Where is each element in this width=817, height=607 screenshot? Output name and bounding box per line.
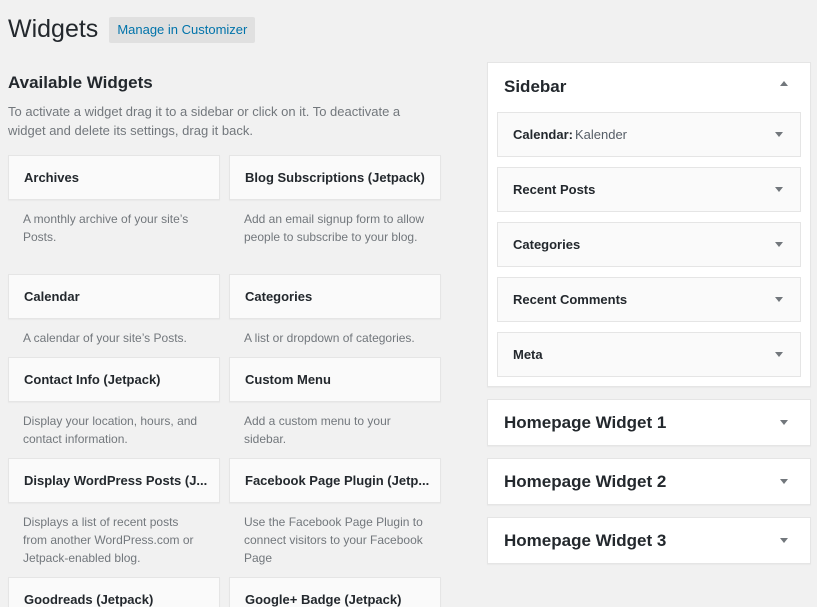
sidebar-area: Sidebar Calendar: Kalender Recent Posts … [487,62,811,387]
sidebar-widget-categories[interactable]: Categories [497,222,801,267]
sidebar-widget-list: Calendar: Kalender Recent Posts Categori… [488,110,810,386]
widget-google-plus-badge[interactable]: Google+ Badge (Jetpack) [229,577,441,607]
arrow-down-icon[interactable] [775,296,783,302]
widget-custom-menu[interactable]: Custom Menu Add a custom menu to your si… [229,357,441,458]
arrow-down-icon[interactable] [775,131,783,137]
widget-description: Add an email signup form to allow people… [244,212,425,244]
sidebar-widget-calendar[interactable]: Calendar: Kalender [497,112,801,157]
widget-title[interactable]: Contact Info (Jetpack) [8,357,220,402]
widget-title[interactable]: Custom Menu [229,357,441,402]
sidebar-widget-meta[interactable]: Meta [497,332,801,377]
widget-description: A calendar of your site’s Posts. [23,331,187,345]
page-header: Widgets Manage in Customizer [8,12,256,46]
sidebar-widget-title: Calendar: [513,127,573,142]
arrow-down-icon[interactable] [780,420,788,425]
page-title: Widgets [8,15,99,43]
widget-description: Display your location, hours, and contac… [23,414,198,446]
widget-facebook-page-plugin[interactable]: Facebook Page Plugin (Jetp... Use the Fa… [229,458,441,577]
widget-description: Displays a list of recent posts from ano… [23,515,194,565]
arrow-down-icon[interactable] [780,538,788,543]
available-widgets-description: To activate a widget drag it to a sideba… [8,104,401,138]
arrow-up-icon[interactable] [780,80,788,86]
widget-areas-panel: Sidebar Calendar: Kalender Recent Posts … [487,62,811,564]
available-widgets-title: Available Widgets [8,73,153,92]
widget-area-header[interactable]: Homepage Widget 2 [488,459,810,505]
sidebar-widget-recent-comments[interactable]: Recent Comments [497,277,801,322]
widget-archives[interactable]: Archives A monthly archive of your site’… [8,155,220,274]
arrow-down-icon[interactable] [775,351,783,357]
widget-area-title: Homepage Widget 1 [504,413,667,432]
widget-title[interactable]: Calendar [8,274,220,319]
sidebar-area-header[interactable]: Sidebar [488,63,810,110]
sidebar-widget-title: Recent Comments [513,292,628,307]
arrow-down-icon[interactable] [775,241,783,247]
widget-goodreads[interactable]: Goodreads (Jetpack) [8,577,220,607]
widget-title[interactable]: Facebook Page Plugin (Jetp... [229,458,441,503]
widget-categories[interactable]: Categories A list or dropdown of categor… [229,274,441,357]
widget-title[interactable]: Google+ Badge (Jetpack) [229,577,441,607]
sidebar-widget-recent-posts[interactable]: Recent Posts [497,167,801,212]
homepage-widget-2-area[interactable]: Homepage Widget 2 [487,458,811,505]
sidebar-area-title: Sidebar [504,76,567,96]
widget-area-header[interactable]: Homepage Widget 1 [488,400,810,446]
arrow-down-icon[interactable] [780,479,788,484]
widget-title[interactable]: Archives [8,155,220,200]
widget-description: Add a custom menu to your sidebar. [244,414,391,446]
widget-contact-info[interactable]: Contact Info (Jetpack) Display your loca… [8,357,220,458]
manage-in-customizer-button[interactable]: Manage in Customizer [109,17,256,43]
widget-area-title: Homepage Widget 2 [504,472,667,491]
widget-blog-subscriptions[interactable]: Blog Subscriptions (Jetpack) Add an emai… [229,155,441,274]
widget-area-header[interactable]: Homepage Widget 3 [488,518,810,564]
widget-title[interactable]: Blog Subscriptions (Jetpack) [229,155,441,200]
sidebar-widget-title: Meta [513,347,543,362]
sidebar-widget-title: Categories [513,237,581,252]
sidebar-widget-title: Recent Posts [513,182,596,197]
widget-description: A monthly archive of your site’s Posts. [23,212,189,244]
widget-calendar[interactable]: Calendar A calendar of your site’s Posts… [8,274,220,357]
arrow-down-icon[interactable] [775,186,783,192]
available-widgets-section: Available Widgets To activate a widget d… [8,70,442,140]
homepage-widget-3-area[interactable]: Homepage Widget 3 [487,517,811,564]
widget-display-wordpress-posts[interactable]: Display WordPress Posts (J... Displays a… [8,458,220,577]
widget-description: A list or dropdown of categories. [244,331,415,345]
widget-title[interactable]: Goodreads (Jetpack) [8,577,220,607]
widget-column-right: Blog Subscriptions (Jetpack) Add an emai… [229,155,441,607]
sidebar-widget-subtitle: Kalender [574,127,628,142]
widget-title[interactable]: Display WordPress Posts (J... [8,458,220,503]
homepage-widget-1-area[interactable]: Homepage Widget 1 [487,399,811,446]
widget-area-title: Homepage Widget 3 [504,531,667,550]
widget-description: Use the Facebook Page Plugin to connect … [244,515,423,565]
widget-title[interactable]: Categories [229,274,441,319]
widget-column-left: Archives A monthly archive of your site’… [8,155,220,607]
